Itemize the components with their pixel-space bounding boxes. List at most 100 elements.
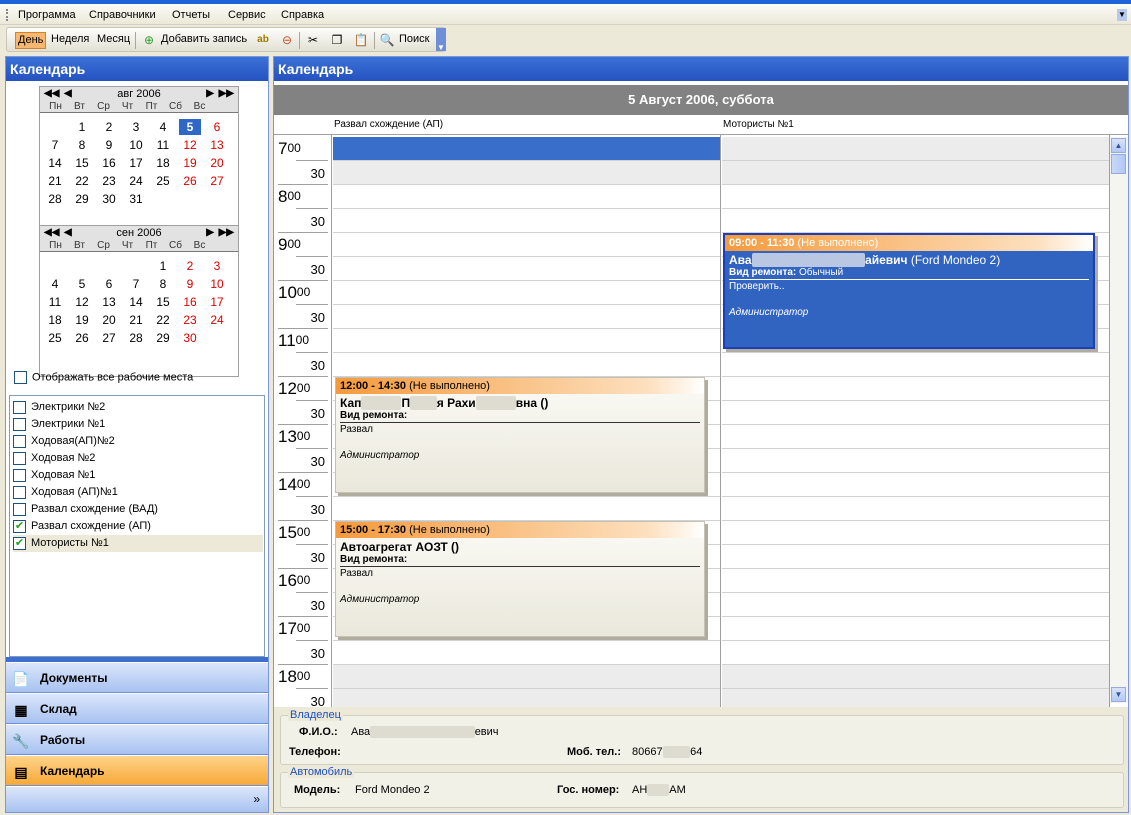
calendar-day[interactable]: 14 [125,294,147,310]
checkbox-icon[interactable] [13,468,26,482]
calendar-day[interactable]: 25 [152,173,174,189]
calendar-day[interactable]: 13 [206,137,228,153]
calendar-day[interactable]: 30 [179,330,201,346]
prev-year-icon[interactable]: ◀◀ [44,226,59,240]
appointment-card[interactable]: 15:00 - 17:30 (Не выполнено) Автоагрегат… [335,521,705,637]
calendar-day[interactable]: 9 [98,137,120,153]
add-record-button[interactable]: Добавить запись [159,32,249,49]
calendar-day[interactable]: 3 [125,119,147,135]
time-slot[interactable] [333,257,720,281]
calendar-day[interactable]: 6 [98,276,120,292]
calendar-day[interactable]: 11 [44,294,66,310]
menu-program[interactable]: Программа [18,9,76,21]
prev-month-icon[interactable]: ◀ [64,226,72,240]
time-slot[interactable] [333,665,720,689]
calendar-day[interactable]: 15 [71,155,93,171]
time-slot[interactable] [722,209,1109,233]
calendar-day[interactable]: 21 [125,312,147,328]
menu-overflow-icon[interactable]: ▼ [1117,9,1127,21]
time-slot[interactable] [722,545,1109,569]
copy-icon[interactable]: ❐ [329,32,345,48]
calendar-day[interactable]: 4 [152,119,174,135]
time-slot[interactable] [722,665,1109,689]
calendar-day[interactable]: 28 [44,191,66,207]
calendar-day[interactable]: 19 [71,312,93,328]
calendar-day[interactable]: 2 [98,119,120,135]
calendar-day[interactable]: 27 [98,330,120,346]
time-slot[interactable] [722,161,1109,185]
calendar-day[interactable]: 20 [206,155,228,171]
time-slot[interactable] [722,569,1109,593]
calendar-day[interactable]: 30 [98,191,120,207]
calendar-day[interactable]: 17 [206,294,228,310]
calendar-day[interactable]: 10 [125,137,147,153]
show-all-checkbox[interactable] [14,371,27,384]
time-slot[interactable] [722,473,1109,497]
nav-documents[interactable]: 📄 Документы [6,662,268,693]
calendar-day[interactable]: 5 [179,119,201,135]
calendar-day[interactable]: 23 [98,173,120,189]
nav-calendar[interactable]: ▤ Календарь [6,755,268,786]
add-icon[interactable]: ⊕ [141,32,157,48]
workplace-item[interactable]: ✔ Мотористы №1 [13,535,263,552]
checked-checkbox-icon[interactable]: ✔ [13,519,26,533]
calendar-day[interactable]: 22 [71,173,93,189]
checkbox-icon[interactable] [13,451,26,465]
time-slot[interactable] [722,593,1109,617]
calendar-day[interactable]: 11 [152,137,174,153]
time-slot[interactable] [722,449,1109,473]
time-slot[interactable] [333,161,720,185]
time-slot[interactable] [722,401,1109,425]
calendar-day[interactable]: 18 [152,155,174,171]
workplace-item[interactable]: Электрики №1 [13,416,263,433]
scroll-down-icon[interactable]: ▼ [1111,687,1126,702]
time-slot[interactable] [722,497,1109,521]
schedule-column-alignment[interactable]: 12:00 - 14:30 (Не выполнено) КапxxxxxxПx… [333,135,721,707]
checked-checkbox-icon[interactable]: ✔ [13,536,26,550]
calendar-day[interactable]: 31 [125,191,147,207]
calendar-day[interactable]: 21 [44,173,66,189]
workplace-item[interactable]: Ходовая №2 [13,450,263,467]
calendar-day[interactable]: 18 [44,312,66,328]
time-slot[interactable] [333,209,720,233]
calendar-day[interactable]: 29 [152,330,174,346]
binoculars-icon[interactable]: 🔍 [379,32,395,48]
workplace-item[interactable]: Ходовая(АП)№2 [13,433,263,450]
time-slot[interactable] [333,185,720,209]
checkbox-icon[interactable] [13,417,26,431]
nav-works[interactable]: 🔧 Работы [6,724,268,755]
prev-month-icon[interactable]: ◀ [64,87,72,101]
calendar-day[interactable]: 4 [44,276,66,292]
calendar-day[interactable]: 1 [152,258,174,274]
calendar-day[interactable]: 26 [71,330,93,346]
time-slot[interactable] [333,281,720,305]
time-slot[interactable] [333,353,720,377]
next-year-icon[interactable]: ▶▶ [219,226,234,240]
calendar-day[interactable]: 28 [125,330,147,346]
calendar-day[interactable]: 8 [71,137,93,153]
scroll-thumb[interactable] [1111,154,1126,174]
day-view-button[interactable]: День [15,32,47,49]
calendar-day[interactable]: 26 [179,173,201,189]
calendar-day[interactable]: 17 [125,155,147,171]
nav-more-icon[interactable]: » [6,787,268,812]
time-slot[interactable] [722,689,1109,707]
calendar-day[interactable]: 16 [179,294,201,310]
time-slot[interactable] [722,353,1109,377]
calendar-day[interactable]: 25 [44,330,66,346]
time-slot[interactable] [722,425,1109,449]
calendar-day[interactable]: 8 [152,276,174,292]
calendar-day[interactable]: 19 [179,155,201,171]
calendar-day[interactable]: 16 [98,155,120,171]
toolbar-overflow-icon[interactable]: ▼ [436,28,446,52]
month-view-button[interactable]: Месяц [95,32,132,49]
schedule-column-motorists[interactable]: 09:00 - 11:30 (Не выполнено) Аваxxxxxxxx… [722,135,1110,707]
nav-warehouse[interactable]: ▦ Склад [6,693,268,724]
appointment-card[interactable]: 09:00 - 11:30 (Не выполнено) Аваxxxxxxxx… [723,233,1095,349]
calendar-day[interactable]: 22 [152,312,174,328]
next-month-icon[interactable]: ▶ [206,226,214,240]
calendar-day[interactable]: 14 [44,155,66,171]
time-slot[interactable] [333,137,720,161]
prev-year-icon[interactable]: ◀◀ [44,87,59,101]
calendar-day[interactable]: 29 [71,191,93,207]
